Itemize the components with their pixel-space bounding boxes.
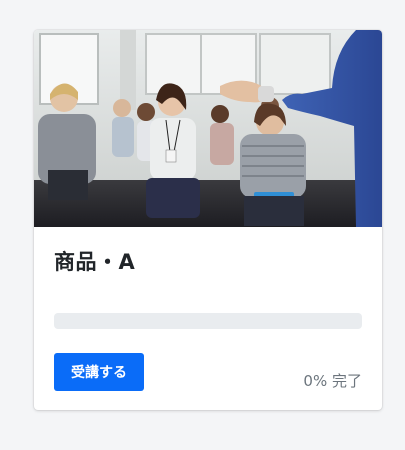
course-progress-bar [54, 313, 362, 329]
enroll-button[interactable]: 受講する [54, 353, 144, 391]
course-image [34, 30, 382, 227]
course-card: 商品・A 受講する 0% 完了 [34, 30, 382, 410]
progress-status-text: 0% 完了 [303, 372, 362, 390]
course-title: 商品・A [54, 250, 136, 274]
